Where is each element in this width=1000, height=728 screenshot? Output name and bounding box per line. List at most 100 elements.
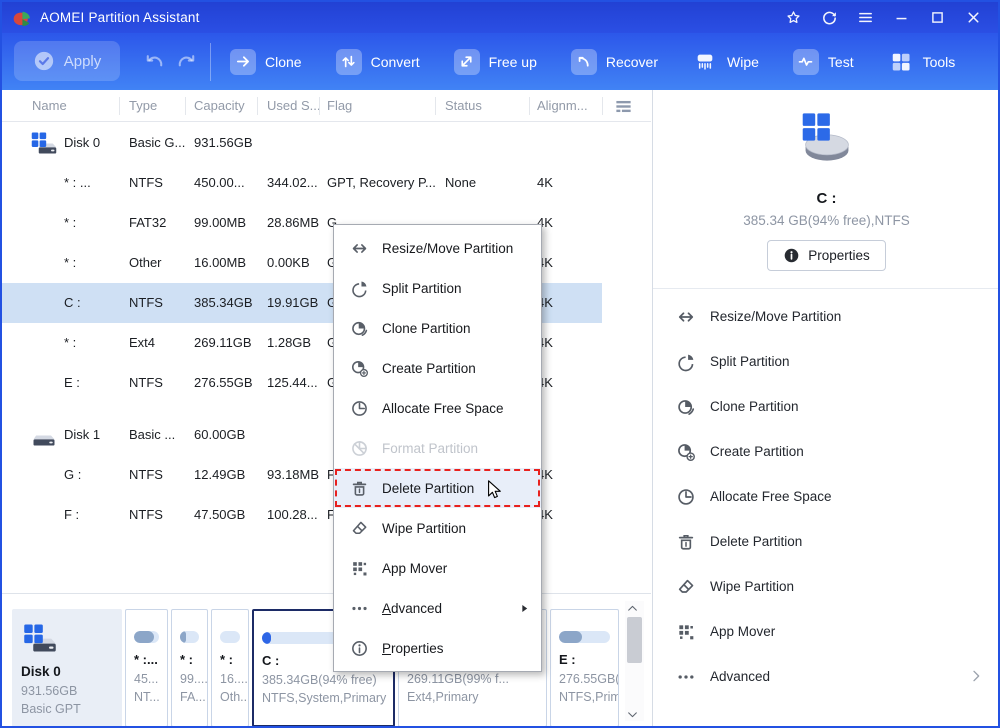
table-row-partition[interactable]: * : FAT32 99.00MB 28.86MB G... 4K bbox=[2, 203, 650, 243]
column-header-alignm[interactable]: Alignm... bbox=[537, 98, 588, 113]
toolbar-button-recover[interactable]: Recover bbox=[570, 48, 659, 75]
scroll-up-arrow-icon[interactable] bbox=[626, 601, 643, 615]
toolbar-button-tools[interactable]: Tools bbox=[888, 49, 955, 75]
toolbar-button-label: Test bbox=[827, 53, 854, 70]
tools-icon bbox=[890, 51, 912, 73]
usage-bar bbox=[559, 631, 610, 643]
menu-item-properties[interactable]: Properties bbox=[334, 628, 541, 668]
apply-label: Apply bbox=[63, 52, 102, 70]
usage-bar bbox=[134, 631, 159, 643]
table-row-partition[interactable]: * : ... NTFS 450.00... 344.02... GPT, Recove… bbox=[2, 163, 650, 203]
menu-item-wipe-partition[interactable]: Wipe Partition bbox=[334, 508, 541, 548]
menu-item-split-partition[interactable]: Split Partition bbox=[334, 268, 541, 308]
close-icon[interactable] bbox=[965, 9, 982, 26]
check-circle-icon bbox=[33, 50, 55, 72]
eraser-icon bbox=[676, 577, 696, 597]
partition-card[interactable]: * :... 45... NT... bbox=[125, 609, 168, 726]
menu-item-advanced[interactable]: Advanced bbox=[334, 588, 541, 628]
menu-item-label: Create Partition bbox=[382, 360, 476, 376]
menu-item-label: Properties bbox=[382, 640, 444, 656]
toolbar-button-label: Recover bbox=[605, 53, 659, 70]
convert-icon bbox=[340, 53, 357, 70]
redo-button[interactable] bbox=[175, 50, 198, 73]
app-logo-icon bbox=[12, 8, 32, 28]
partition-card[interactable]: * : 99.... FA... bbox=[171, 609, 208, 726]
cell-capacity: 16.00MB bbox=[194, 255, 247, 270]
column-header-status[interactable]: Status bbox=[445, 98, 482, 113]
table-row-disk[interactable]: Disk 0 Basic G... 931.56GB bbox=[2, 123, 650, 163]
toolbar-button-clone[interactable]: Clone bbox=[230, 48, 302, 75]
card-size: 276.55GB(99... bbox=[559, 671, 618, 686]
maximize-icon[interactable] bbox=[929, 9, 946, 26]
eraser-icon bbox=[350, 519, 369, 538]
table-row-partition[interactable]: C :NTFS385.34GB19.91GBG...4K bbox=[2, 283, 650, 323]
cell-capacity: 450.00... bbox=[194, 175, 245, 190]
cell-status: None bbox=[445, 175, 477, 190]
menu-item-allocate-free-space[interactable]: Allocate Free Space bbox=[334, 388, 541, 428]
toolbar-button-wipe[interactable]: Wipe bbox=[692, 49, 759, 75]
disk-card[interactable]: Disk 0 931.56GB Basic GPT bbox=[12, 609, 122, 726]
cell-name: * : ... bbox=[64, 175, 91, 190]
refresh-icon[interactable] bbox=[821, 9, 838, 26]
table-row-partition[interactable]: E :NTFS276.55GB125.44...G...4K bbox=[2, 363, 650, 403]
action-advanced[interactable]: Advanced bbox=[653, 654, 1000, 699]
view-options-icon[interactable] bbox=[614, 97, 633, 116]
menu-item-label: Resize/Move Partition bbox=[382, 240, 514, 256]
table-row-partition[interactable]: G :NTFS12.49GB93.18MBF...4K bbox=[2, 455, 650, 495]
menu-item-clone-partition[interactable]: Clone Partition bbox=[334, 308, 541, 348]
toolbar-button-label: Free up bbox=[488, 53, 537, 70]
table-row-partition[interactable]: * :Other16.00MB0.00KBG...4K bbox=[2, 243, 650, 283]
action-clone-partition[interactable]: Clone Partition bbox=[653, 384, 998, 429]
action-app-mover[interactable]: App Mover bbox=[653, 609, 998, 654]
table-row-partition[interactable]: F :NTFS47.50GB100.28...F...4K bbox=[2, 495, 650, 535]
table-row-disk[interactable]: Disk 1 Basic ... 60.00GB bbox=[2, 415, 650, 455]
properties-button[interactable]: Properties bbox=[767, 240, 886, 271]
column-header-useds[interactable]: Used S... bbox=[267, 98, 320, 113]
action-label: Allocate Free Space bbox=[710, 489, 832, 504]
hamburger-menu-icon[interactable] bbox=[857, 9, 874, 26]
scroll-down-arrow-icon[interactable] bbox=[626, 707, 643, 721]
action-split-partition[interactable]: Split Partition bbox=[653, 339, 998, 384]
toolbar-button-free-up[interactable]: Free up bbox=[453, 48, 537, 75]
app-mover-icon bbox=[676, 622, 696, 642]
toolbar-button-test[interactable]: Test bbox=[792, 48, 854, 75]
action-resize-move-partition[interactable]: Resize/Move Partition bbox=[653, 294, 998, 339]
menu-item-resize-move-partition[interactable]: Resize/Move Partition bbox=[334, 228, 541, 268]
cell-name: Disk 1 bbox=[64, 427, 101, 442]
action-delete-partition[interactable]: Delete Partition bbox=[653, 519, 998, 564]
toolbar-button-label: Wipe bbox=[727, 53, 759, 70]
column-header-name[interactable]: Name bbox=[32, 98, 67, 113]
action-create-partition[interactable]: Create Partition bbox=[653, 429, 998, 474]
usage-bar bbox=[220, 631, 240, 643]
partition-card[interactable]: * : 16.... Oth... bbox=[211, 609, 249, 726]
column-header-flag[interactable]: Flag bbox=[327, 98, 352, 113]
scrollbar-thumb[interactable] bbox=[627, 617, 642, 663]
bottom-scrollbar[interactable] bbox=[625, 601, 644, 721]
column-header-capacity[interactable]: Capacity bbox=[194, 98, 245, 113]
favorite-star-icon[interactable] bbox=[785, 9, 802, 26]
toolbar-button-convert[interactable]: Convert bbox=[335, 48, 420, 75]
card-type: FA... bbox=[180, 690, 206, 704]
undo-button[interactable] bbox=[143, 50, 166, 73]
menu-item-label: App Mover bbox=[382, 560, 448, 576]
cell-type: NTFS bbox=[129, 175, 163, 190]
minimize-icon[interactable] bbox=[893, 9, 910, 26]
partition-card[interactable]: E : 276.55GB(99... NTFS,Primary bbox=[550, 609, 619, 726]
action-allocate-free-space[interactable]: Allocate Free Space bbox=[653, 474, 998, 519]
menu-item-create-partition[interactable]: Create Partition bbox=[334, 348, 541, 388]
right-panel-divider bbox=[653, 288, 998, 289]
cell-align: 4K bbox=[537, 175, 553, 190]
action-wipe-partition[interactable]: Wipe Partition bbox=[653, 564, 998, 609]
cell-capacity: 12.49GB bbox=[194, 467, 246, 482]
column-header-type[interactable]: Type bbox=[129, 98, 157, 113]
menu-item-app-mover[interactable]: App Mover bbox=[334, 548, 541, 588]
cell-type: Other bbox=[129, 255, 162, 270]
table-row-partition[interactable]: * :Ext4269.11GB1.28GBG...4K bbox=[2, 323, 650, 363]
cell-used: 1.28GB bbox=[267, 335, 312, 350]
apply-button[interactable]: Apply bbox=[14, 41, 120, 81]
menu-item-delete-partition[interactable]: Delete Partition bbox=[334, 468, 541, 508]
cell-name: * : bbox=[64, 215, 77, 230]
allocate-free-space-icon bbox=[350, 399, 369, 418]
action-label: Clone Partition bbox=[710, 399, 799, 414]
toolbar-separator bbox=[210, 43, 211, 81]
